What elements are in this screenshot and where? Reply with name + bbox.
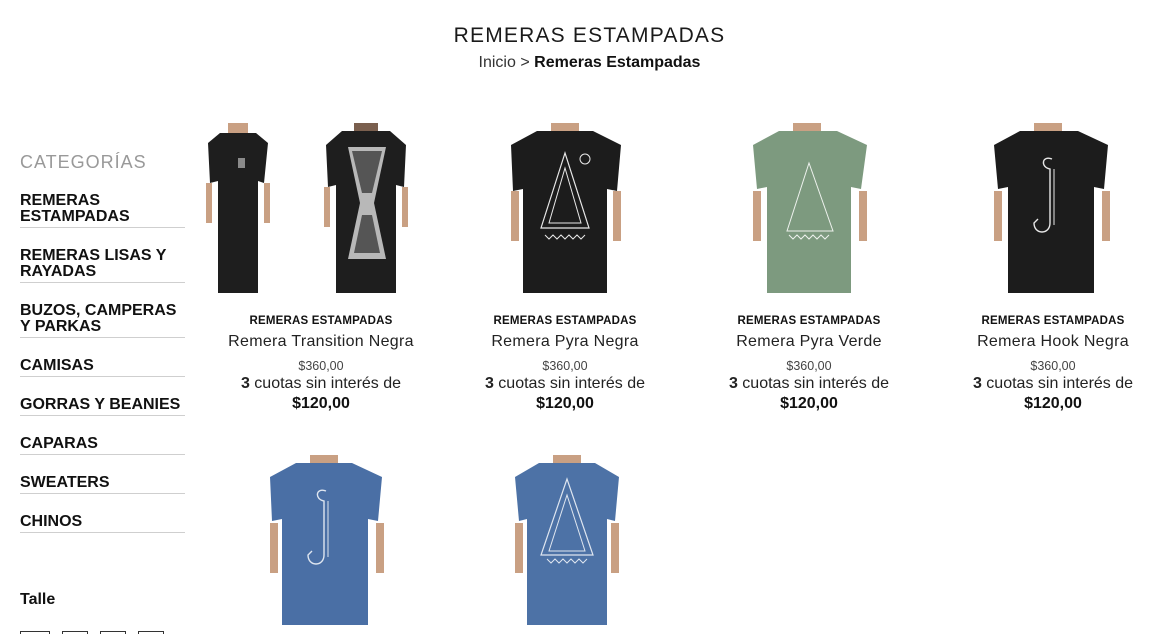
tshirt-icon xyxy=(270,455,384,625)
tshirt-image xyxy=(753,123,867,293)
installments-count: 3 xyxy=(484,375,494,392)
category-gorras-y-beanies[interactable]: GORRAS Y BEANIES xyxy=(20,397,185,416)
product-card[interactable]: REMERAS ESTAMPADAS Remera Hook Negra $36… xyxy=(938,123,1159,413)
product-image[interactable] xyxy=(450,123,680,293)
product-card[interactable]: REMERAS ESTAMPADAS Remera Pyra Verde $36… xyxy=(694,123,924,413)
product-card[interactable] xyxy=(206,455,436,625)
product-name[interactable]: Remera Pyra Negra xyxy=(450,333,680,351)
product-price: $360,00 xyxy=(542,359,588,373)
tshirt-front-icon xyxy=(206,123,270,293)
installments-count: 3 xyxy=(240,375,250,392)
product-image[interactable] xyxy=(206,455,436,625)
category-remeras-estampadas[interactable]: REMERAS ESTAMPADAS xyxy=(20,193,185,228)
installment-price: $120,00 xyxy=(536,395,594,412)
product-card[interactable]: REMERAS ESTAMPADAS Remera Pyra Negra $36… xyxy=(450,123,680,413)
product-name[interactable]: Remera Transition Negra xyxy=(206,333,436,351)
size-filter-heading: Talle xyxy=(20,591,56,608)
tshirt-image xyxy=(270,455,384,625)
category-sidebar: CATEGORÍAS REMERAS ESTAMPADAS REMERAS LI… xyxy=(20,152,185,634)
category-camisas[interactable]: CAMISAS xyxy=(20,358,185,377)
product-installments: 3 cuotas sin interés de xyxy=(450,375,680,393)
product-price: $360,00 xyxy=(298,359,344,373)
product-category: REMERAS ESTAMPADAS xyxy=(493,315,637,327)
product-name[interactable]: Remera Hook Negra xyxy=(938,333,1159,351)
product-price: $360,00 xyxy=(1030,359,1076,373)
installments-text: cuotas sin interés de xyxy=(742,375,890,392)
product-name[interactable]: Remera Pyra Verde xyxy=(694,333,924,351)
tshirt-icon xyxy=(753,123,867,293)
categories-heading: CATEGORÍAS xyxy=(20,152,147,172)
page-header: REMERAS ESTAMPADAS Inicio > Remeras Esta… xyxy=(0,24,1159,72)
installments-count: 3 xyxy=(972,375,982,392)
tshirt-front-back-image xyxy=(206,123,408,293)
category-buzos-camperas-y-parkas[interactable]: BUZOS, CAMPERAS Y PARKAS xyxy=(20,303,185,338)
product-image[interactable] xyxy=(206,123,436,293)
category-caparas[interactable]: CAPARAS xyxy=(20,436,185,455)
tshirt-icon xyxy=(994,123,1110,293)
tshirt-image xyxy=(994,123,1110,293)
product-card[interactable]: REMERAS ESTAMPADAS Remera Transition Neg… xyxy=(206,123,436,413)
product-category: REMERAS ESTAMPADAS xyxy=(249,315,393,327)
installment-price: $120,00 xyxy=(292,395,350,412)
product-image[interactable] xyxy=(694,123,924,293)
installments-count: 3 xyxy=(728,375,738,392)
category-remeras-lisas-y-rayadas[interactable]: REMERAS LISAS Y RAYADAS xyxy=(20,248,185,283)
product-installments: 3 cuotas sin interés de xyxy=(694,375,924,393)
product-card[interactable] xyxy=(450,455,680,625)
product-installments: 3 cuotas sin interés de xyxy=(938,375,1159,393)
tshirt-icon xyxy=(515,455,619,625)
category-sweaters[interactable]: SWEATERS xyxy=(20,475,185,494)
installments-text: cuotas sin interés de xyxy=(498,375,646,392)
product-category: REMERAS ESTAMPADAS xyxy=(737,315,881,327)
breadcrumb: Inicio > Remeras Estampadas xyxy=(0,54,1159,72)
tshirt-image xyxy=(515,455,619,625)
breadcrumb-separator: > xyxy=(520,54,530,71)
installments-text: cuotas sin interés de xyxy=(254,375,402,392)
page-title: REMERAS ESTAMPADAS xyxy=(453,24,726,47)
tshirt-back-icon xyxy=(324,123,408,293)
installments-text: cuotas sin interés de xyxy=(986,375,1134,392)
breadcrumb-current: Remeras Estampadas xyxy=(534,54,701,71)
product-price: $360,00 xyxy=(786,359,832,373)
product-image[interactable] xyxy=(450,455,680,625)
product-category: REMERAS ESTAMPADAS xyxy=(981,315,1125,327)
installment-price: $120,00 xyxy=(1024,395,1082,412)
product-installments: 3 cuotas sin interés de xyxy=(206,375,436,393)
installment-price: $120,00 xyxy=(780,395,838,412)
tshirt-icon xyxy=(511,123,621,293)
product-image[interactable] xyxy=(938,123,1159,293)
tshirt-image xyxy=(511,123,621,293)
category-chinos[interactable]: CHINOS xyxy=(20,514,185,533)
breadcrumb-home-link[interactable]: Inicio xyxy=(479,54,516,71)
